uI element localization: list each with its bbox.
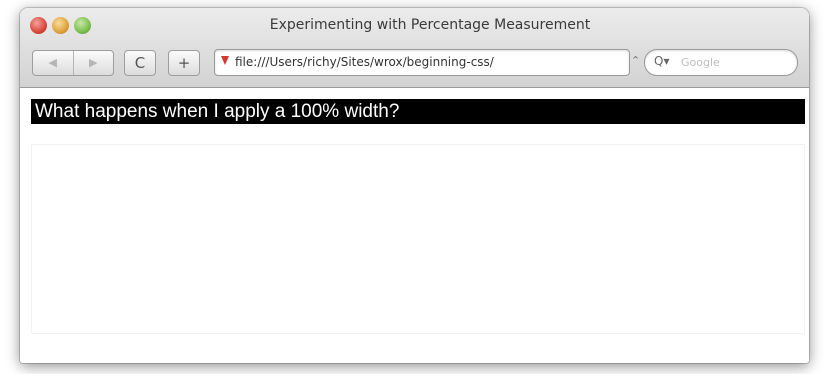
page-body [31, 144, 805, 334]
forward-arrow-icon[interactable]: ▶ [72, 51, 114, 75]
add-bookmark-button[interactable]: + [168, 50, 200, 76]
address-bar-url[interactable]: file:///Users/richy/Sites/wrox/beginning… [235, 55, 625, 69]
close-window-button[interactable] [30, 17, 47, 34]
search-icon[interactable]: Q▾ [654, 54, 669, 68]
back-forward-group: ◀ ▶ [32, 50, 114, 76]
reload-button[interactable]: C [124, 50, 156, 76]
browser-toolbar: Experimenting with Percentage Measuremen… [20, 8, 809, 88]
back-arrow-icon[interactable]: ◀ [33, 51, 73, 75]
search-input[interactable] [681, 54, 791, 70]
full-width-heading: What happens when I apply a 100% width? [31, 99, 805, 124]
minimize-window-button[interactable] [52, 17, 69, 34]
page-viewport: What happens when I apply a 100% width? [20, 88, 809, 363]
favicon-icon [221, 56, 229, 65]
address-bar[interactable]: file:///Users/richy/Sites/wrox/beginning… [214, 49, 630, 76]
browser-window: Experimenting with Percentage Measuremen… [20, 8, 809, 363]
address-bar-control-icon[interactable]: ⌃ [631, 54, 640, 67]
search-field[interactable]: Q▾ [644, 49, 798, 76]
screenshot-canvas: Experimenting with Percentage Measuremen… [0, 0, 825, 374]
zoom-window-button[interactable] [74, 17, 91, 34]
window-title: Experimenting with Percentage Measuremen… [269, 17, 591, 33]
